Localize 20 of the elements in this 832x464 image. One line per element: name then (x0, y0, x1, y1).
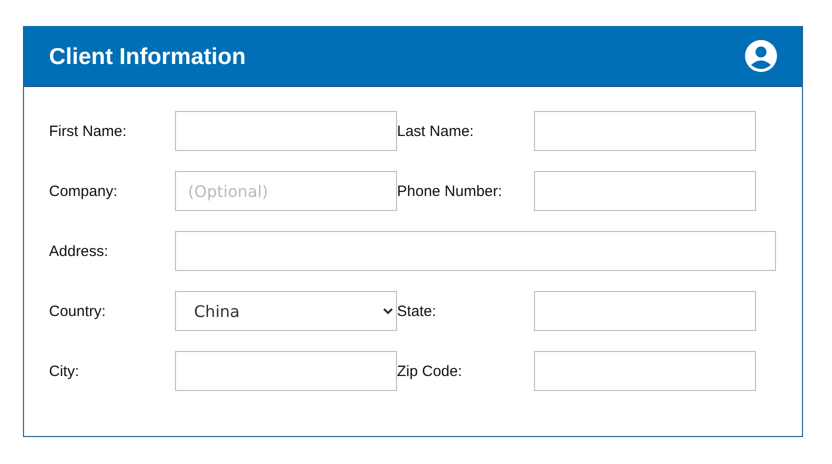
field-label: Zip Code: (397, 362, 464, 380)
input-field[interactable] (534, 291, 756, 331)
input-field[interactable] (534, 111, 756, 151)
input-field[interactable] (534, 171, 756, 211)
field-label: Address: (49, 242, 110, 260)
field-label: City: (49, 362, 80, 380)
input-field[interactable] (175, 231, 776, 271)
input-field[interactable]: (Optional) (175, 171, 397, 211)
field-label: State: (397, 302, 438, 320)
field-label: Last Name: (397, 122, 475, 140)
country-select[interactable]: China (175, 291, 397, 331)
field-label: Company: (49, 182, 118, 200)
form-title: Client Information (49, 42, 246, 70)
input-field[interactable] (534, 351, 756, 391)
input-field[interactable] (175, 111, 397, 151)
field-label: Phone Number: (397, 182, 504, 200)
field-label: Country: (49, 302, 107, 320)
field-label: First Name: (49, 122, 128, 140)
user-icon (744, 39, 778, 73)
input-field[interactable] (175, 351, 397, 391)
